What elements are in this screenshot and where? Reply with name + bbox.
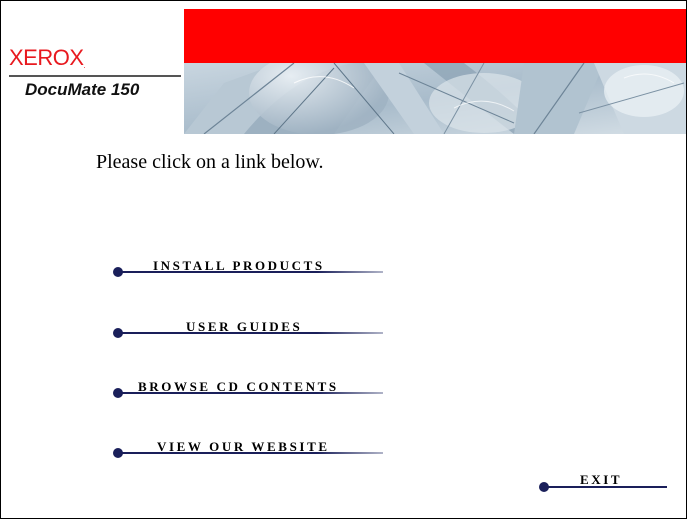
banner-red-band: [184, 9, 686, 63]
banner-artwork-image: [184, 63, 686, 134]
brand-divider: [9, 75, 181, 77]
browse-cd-contents-link[interactable]: BROWSE CD CONTENTS: [111, 379, 383, 407]
link-underline: [119, 332, 383, 334]
view-our-website-link[interactable]: VIEW OUR WEBSITE: [111, 439, 383, 467]
install-products-link[interactable]: INSTALL PRODUCTS: [111, 258, 383, 286]
product-model-name: DocuMate 150: [25, 80, 140, 99]
link-underline: [545, 486, 667, 488]
setup-window: XEROX. DocuMate 150 Please click on a li…: [0, 0, 687, 519]
instruction-text: Please click on a link below.: [96, 151, 324, 173]
xerox-logo: XEROX: [9, 45, 84, 70]
link-underline: [119, 392, 383, 394]
exit-link[interactable]: EXIT: [537, 472, 667, 500]
user-guides-link[interactable]: USER GUIDES: [111, 319, 383, 347]
link-underline: [119, 452, 383, 454]
link-underline: [119, 271, 383, 273]
xerox-logo-mark: .: [83, 61, 86, 70]
brand-block: XEROX. DocuMate 150: [9, 45, 181, 99]
